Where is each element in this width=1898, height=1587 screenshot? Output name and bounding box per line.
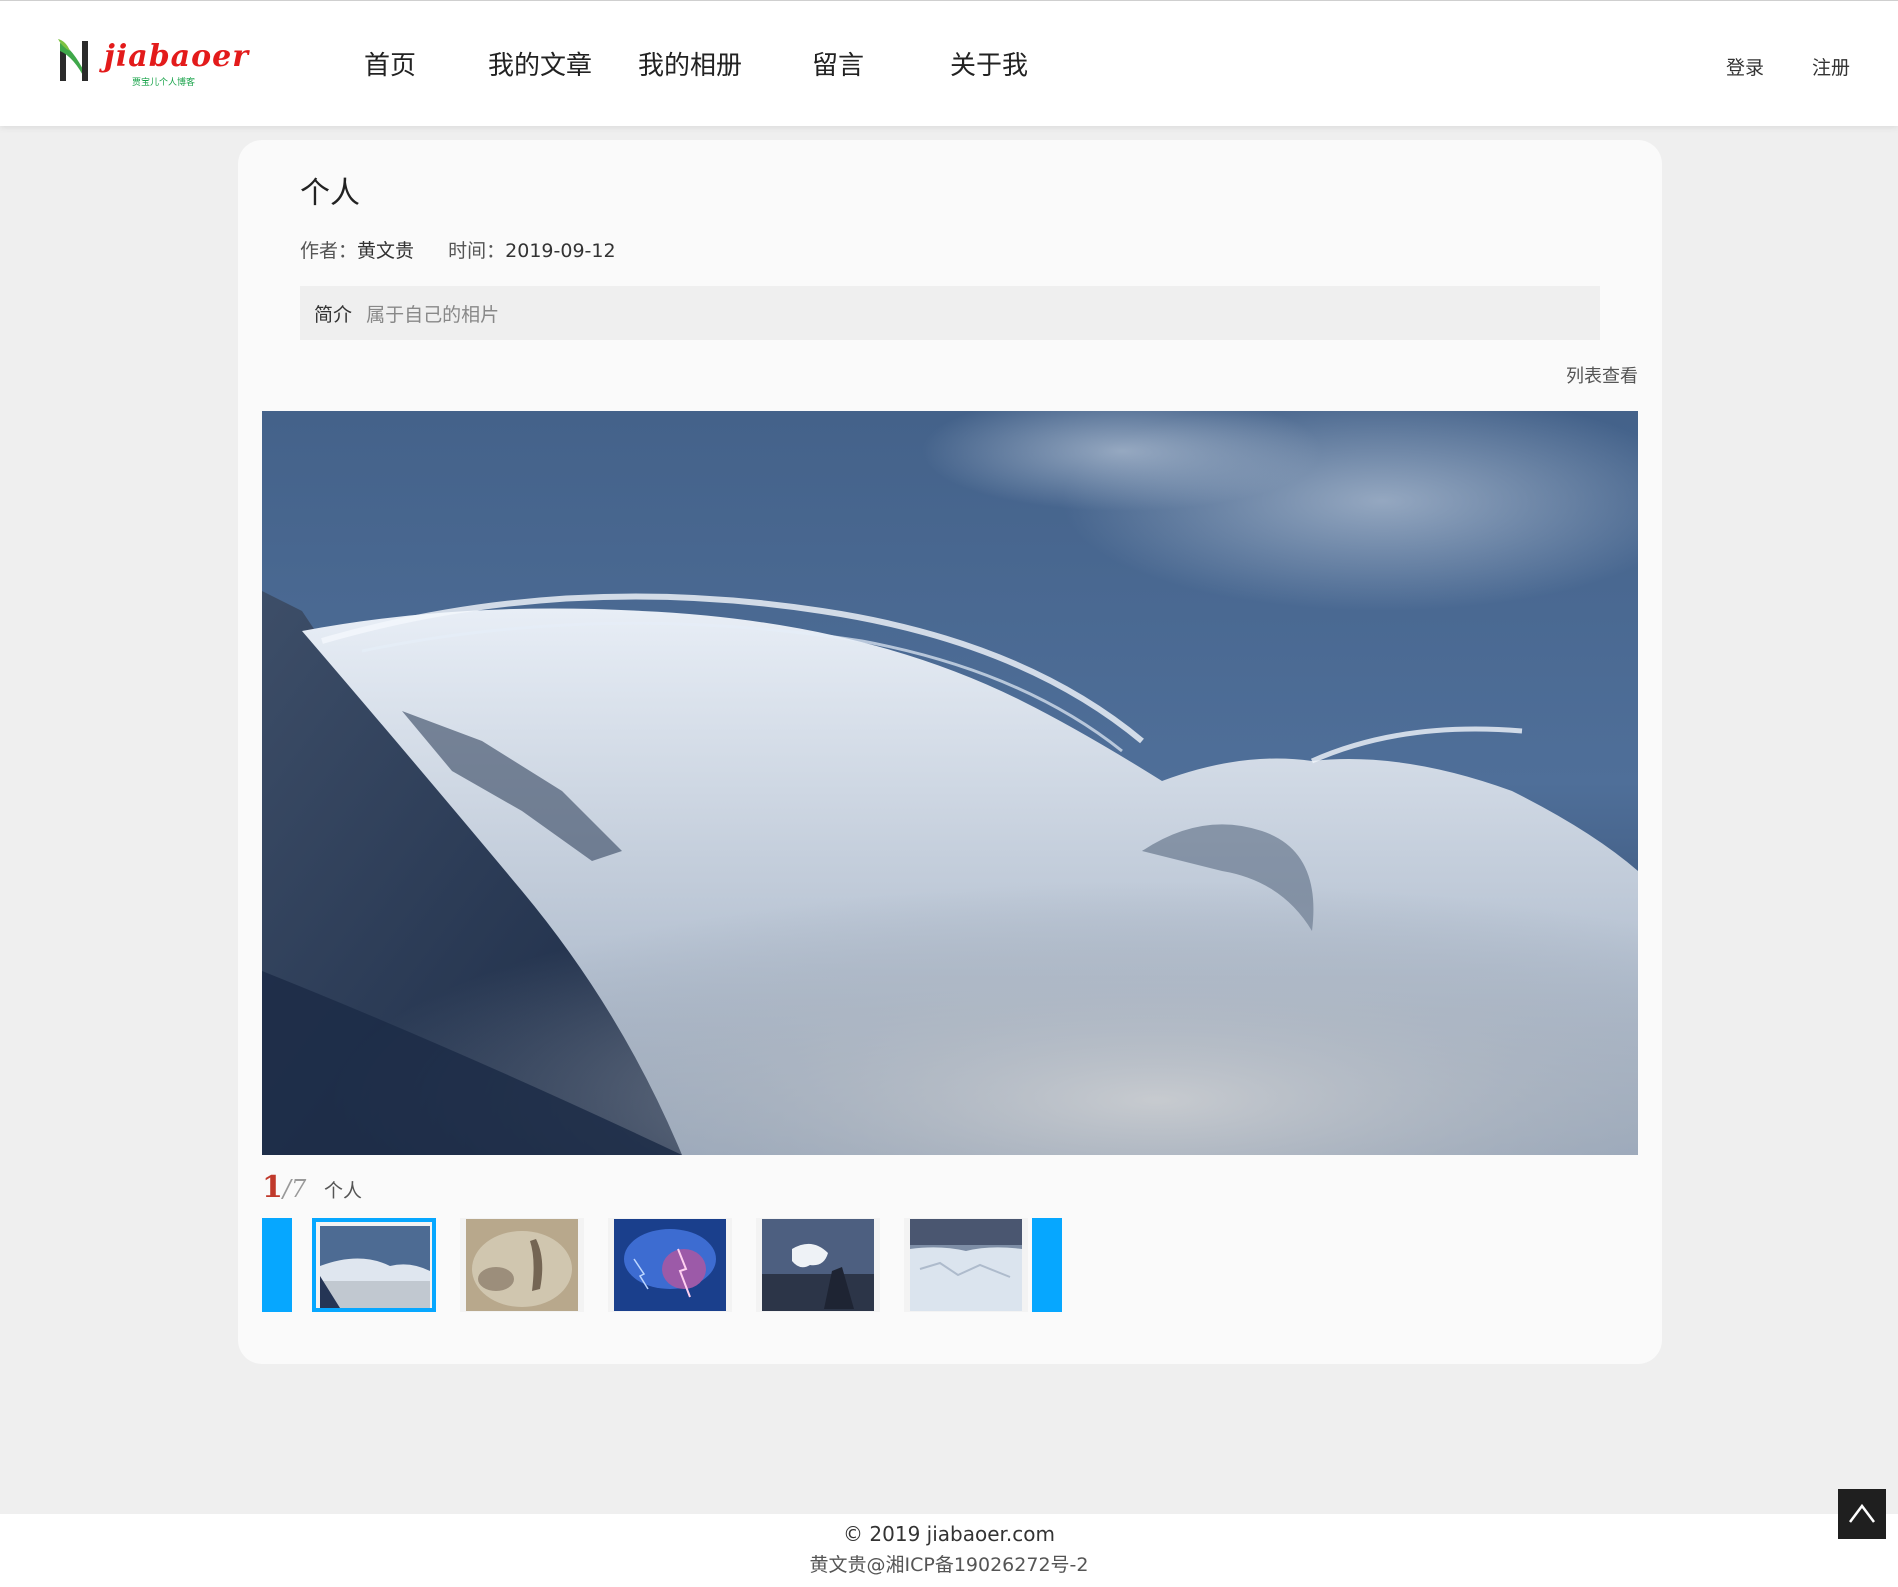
logo-n-icon [58,39,88,81]
thumbnail-5[interactable] [904,1218,1028,1312]
logo-text: jiabaoer [104,39,250,74]
current-index: 1 [262,1170,283,1205]
nav-home[interactable]: 首页 [364,45,416,82]
thumbnail-horse-image [762,1219,874,1311]
main-photo[interactable] [262,411,1638,1155]
chevron-up-icon [1849,1503,1875,1523]
album-card: 个人 作者：黄文贵 时间：2019-09-12 简介 属于自己的相片 列表查看 [238,140,1662,1364]
next-arrow-icon[interactable] [1032,1218,1062,1312]
publish-date: 2019-09-12 [505,240,616,262]
time-label: 时间： [448,240,506,262]
mountain-photo-image [262,411,1638,1155]
site-header: jiabaoer 贾宝儿个人博客 首页 我的文章 我的相册 留言 关于我 登录 … [0,0,1898,126]
thumbnail-mountain-image [320,1226,430,1308]
author-name: 黄文贵 [357,240,415,262]
thumbnail-1[interactable] [312,1218,436,1312]
logo-subtitle: 贾宝儿个人博客 [132,78,196,88]
photo-counter: 1/7 [262,1170,306,1205]
intro-label: 简介 [314,304,353,326]
album-intro: 简介 属于自己的相片 [300,286,1600,340]
total-count: 7 [290,1175,307,1203]
nav-articles[interactable]: 我的文章 [488,45,592,82]
prev-arrow-icon[interactable] [262,1218,292,1312]
thumbnail-storm-image [614,1219,726,1311]
author-label: 作者： [300,240,358,262]
register-link[interactable]: 注册 [1812,53,1850,80]
thumbnail-2[interactable] [460,1218,584,1312]
login-link[interactable]: 登录 [1726,53,1764,80]
thumbnail-3[interactable] [608,1218,732,1312]
list-view-link[interactable]: 列表查看 [1566,362,1638,388]
thumbnail-snowfield-image [910,1219,1022,1311]
footer-copyright: © 2019 jiabaoer.com [843,1522,1055,1546]
nav-albums[interactable]: 我的相册 [638,45,742,82]
album-title: 个人 [300,176,360,211]
thumbnail-4[interactable] [756,1218,880,1312]
site-logo[interactable]: jiabaoer 贾宝儿个人博客 [56,37,248,89]
nav-guestbook[interactable]: 留言 [812,45,864,82]
counter-separator: / [282,1175,291,1203]
photo-caption: 个人 [324,1180,363,1202]
intro-text: 属于自己的相片 [366,304,500,326]
back-to-top-button[interactable] [1838,1489,1886,1539]
album-meta: 作者：黄文贵 时间：2019-09-12 [300,236,616,263]
site-footer: © 2019 jiabaoer.com 黄文贵@湘ICP备19026272号-2 [0,1514,1898,1587]
thumbnail-fantasy-image [466,1219,578,1311]
nav-about[interactable]: 关于我 [950,45,1028,82]
footer-icp[interactable]: 黄文贵@湘ICP备19026272号-2 [0,1550,1898,1577]
